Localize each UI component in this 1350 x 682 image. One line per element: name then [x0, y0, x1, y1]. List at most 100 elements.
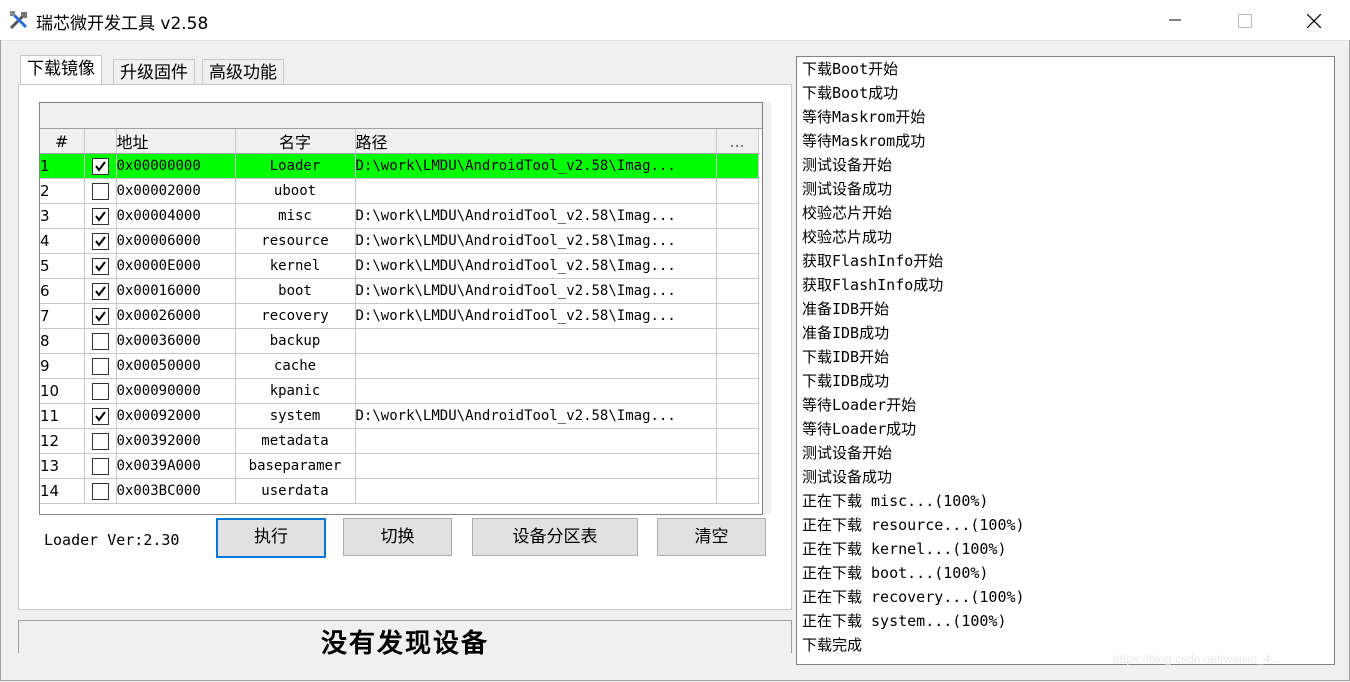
row-browse-cell[interactable]	[716, 428, 759, 454]
row-checkbox[interactable]	[84, 403, 117, 429]
row-path[interactable]	[355, 428, 717, 454]
row-path[interactable]	[355, 328, 717, 354]
table-row[interactable]: 7 0x00026000 recovery D:\work\LMDU\AndroidT…	[40, 303, 759, 329]
close-button[interactable]	[1290, 0, 1336, 40]
clear-button[interactable]: 清空	[657, 518, 766, 556]
table-row[interactable]: 11 0x00092000 system D:\work\LMDU\AndroidTo…	[40, 403, 759, 429]
row-browse-cell[interactable]	[716, 203, 759, 229]
row-address[interactable]: 0x0000E000	[116, 253, 236, 279]
table-row[interactable]: 2 0x00002000 uboot	[40, 178, 759, 204]
column-header-more[interactable]: ...	[716, 129, 759, 154]
minimize-button[interactable]	[1152, 0, 1198, 40]
row-browse-cell[interactable]	[716, 328, 759, 354]
row-checkbox[interactable]	[84, 228, 117, 254]
row-checkbox[interactable]	[84, 303, 117, 329]
table-row[interactable]: 1 0x00000000 Loader D:\work\LMDU\AndroidToo…	[40, 153, 759, 179]
column-header-path[interactable]: 路径	[355, 129, 717, 154]
row-path[interactable]: D:\work\LMDU\AndroidTool_v2.58\Imag...	[355, 203, 717, 229]
row-name[interactable]: kernel	[235, 253, 356, 279]
checkbox-unchecked-icon[interactable]	[91, 457, 109, 475]
row-path[interactable]: D:\work\LMDU\AndroidTool_v2.58\Imag...	[355, 253, 717, 279]
row-address[interactable]: 0x00006000	[116, 228, 236, 254]
row-name[interactable]: cache	[235, 353, 356, 379]
tab-download-image[interactable]: 下载镜像	[20, 55, 102, 84]
row-address[interactable]: 0x00002000	[116, 178, 236, 204]
table-row[interactable]: 10 0x00090000 kpanic	[40, 378, 759, 404]
tab-upgrade-firmware[interactable]: 升级固件	[113, 59, 195, 86]
table-row[interactable]: 9 0x00050000 cache	[40, 353, 759, 379]
row-checkbox[interactable]	[84, 278, 117, 304]
row-name[interactable]: Loader	[235, 153, 356, 179]
row-browse-cell[interactable]	[716, 278, 759, 304]
table-row[interactable]: 14 0x003BC000 userdata	[40, 478, 759, 504]
partition-table-button[interactable]: 设备分区表	[472, 518, 638, 556]
checkbox-unchecked-icon[interactable]	[91, 357, 109, 375]
row-browse-cell[interactable]	[716, 303, 759, 329]
checkbox-unchecked-icon[interactable]	[91, 382, 109, 400]
checkbox-checked-icon[interactable]	[91, 282, 109, 300]
row-name[interactable]: uboot	[235, 178, 356, 204]
column-header-index[interactable]: #	[40, 129, 85, 154]
row-browse-cell[interactable]	[716, 153, 759, 179]
row-name[interactable]: userdata	[235, 478, 356, 504]
row-checkbox[interactable]	[84, 178, 117, 204]
row-checkbox[interactable]	[84, 153, 117, 179]
checkbox-unchecked-icon[interactable]	[91, 182, 109, 200]
row-address[interactable]: 0x00050000	[116, 353, 236, 379]
row-checkbox[interactable]	[84, 353, 117, 379]
row-path[interactable]	[355, 378, 717, 404]
table-row[interactable]: 13 0x0039A000 baseparamer	[40, 453, 759, 479]
row-browse-cell[interactable]	[716, 403, 759, 429]
row-name[interactable]: boot	[235, 278, 356, 304]
column-header-address[interactable]: 地址	[116, 129, 236, 154]
checkbox-unchecked-icon[interactable]	[91, 432, 109, 450]
checkbox-unchecked-icon[interactable]	[91, 332, 109, 350]
row-browse-cell[interactable]	[716, 178, 759, 204]
row-browse-cell[interactable]	[716, 378, 759, 404]
table-row[interactable]: 5 0x0000E000 kernel D:\work\LMDU\AndroidToo…	[40, 253, 759, 279]
row-path[interactable]: D:\work\LMDU\AndroidTool_v2.58\Imag...	[355, 153, 717, 179]
maximize-button[interactable]	[1221, 0, 1267, 40]
row-browse-cell[interactable]	[716, 228, 759, 254]
row-address[interactable]: 0x00392000	[116, 428, 236, 454]
table-row[interactable]: 3 0x00004000 misc D:\work\LMDU\AndroidTool_…	[40, 203, 759, 229]
row-name[interactable]: backup	[235, 328, 356, 354]
row-browse-cell[interactable]	[716, 453, 759, 479]
row-path[interactable]	[355, 478, 717, 504]
checkbox-checked-icon[interactable]	[91, 157, 109, 175]
table-row[interactable]: 4 0x00006000 resource D:\work\LMDU\AndroidT…	[40, 228, 759, 254]
row-address[interactable]: 0x00000000	[116, 153, 236, 179]
table-row[interactable]: 12 0x00392000 metadata	[40, 428, 759, 454]
switch-button[interactable]: 切换	[343, 518, 452, 556]
checkbox-checked-icon[interactable]	[91, 257, 109, 275]
row-path[interactable]: D:\work\LMDU\AndroidTool_v2.58\Imag...	[355, 303, 717, 329]
row-address[interactable]: 0x0039A000	[116, 453, 236, 479]
row-checkbox[interactable]	[84, 378, 117, 404]
row-name[interactable]: metadata	[235, 428, 356, 454]
checkbox-checked-icon[interactable]	[91, 232, 109, 250]
row-checkbox[interactable]	[84, 453, 117, 479]
row-address[interactable]: 0x00026000	[116, 303, 236, 329]
row-checkbox[interactable]	[84, 253, 117, 279]
row-address[interactable]: 0x00004000	[116, 203, 236, 229]
checkbox-checked-icon[interactable]	[91, 407, 109, 425]
row-checkbox[interactable]	[84, 478, 117, 504]
row-address[interactable]: 0x00090000	[116, 378, 236, 404]
row-path[interactable]: D:\work\LMDU\AndroidTool_v2.58\Imag...	[355, 278, 717, 304]
column-header-name[interactable]: 名字	[235, 129, 356, 154]
row-address[interactable]: 0x00016000	[116, 278, 236, 304]
tab-advanced[interactable]: 高级功能	[202, 59, 284, 86]
row-name[interactable]: system	[235, 403, 356, 429]
row-checkbox[interactable]	[84, 428, 117, 454]
row-path[interactable]	[355, 453, 717, 479]
log-panel[interactable]: 下载Boot开始 下载Boot成功 等待Maskrom开始 等待Maskrom成功 测试…	[796, 56, 1335, 665]
table-row[interactable]: 8 0x00036000 backup	[40, 328, 759, 354]
row-name[interactable]: recovery	[235, 303, 356, 329]
checkbox-checked-icon[interactable]	[91, 207, 109, 225]
row-path[interactable]	[355, 178, 717, 204]
column-header-check[interactable]	[84, 129, 117, 154]
row-path[interactable]: D:\work\LMDU\AndroidTool_v2.58\Imag...	[355, 228, 717, 254]
row-name[interactable]: baseparamer	[235, 453, 356, 479]
row-checkbox[interactable]	[84, 203, 117, 229]
checkbox-unchecked-icon[interactable]	[91, 482, 109, 500]
